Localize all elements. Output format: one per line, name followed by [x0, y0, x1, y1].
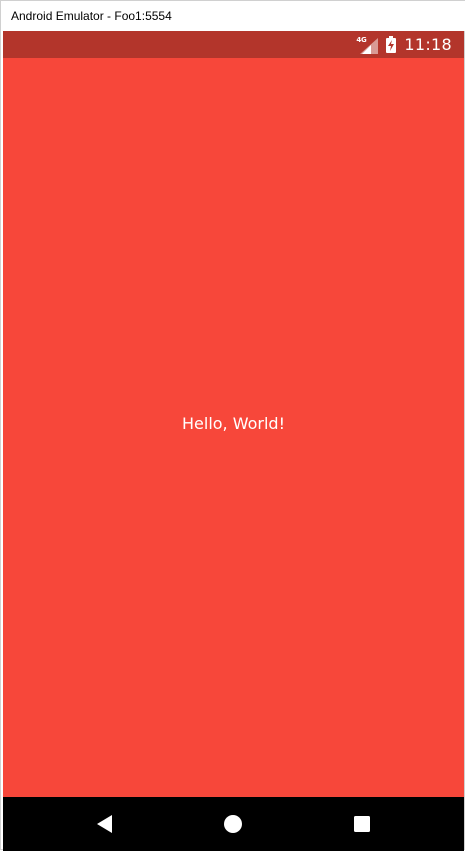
recents-icon: [354, 816, 370, 832]
window-titlebar[interactable]: Android Emulator - Foo1:5554: [1, 1, 465, 31]
emulator-window: Android Emulator - Foo1:5554 4G 11:18 He…: [0, 0, 465, 851]
back-button[interactable]: [74, 797, 134, 851]
status-clock: 11:18: [404, 35, 452, 54]
status-bar: 4G 11:18: [3, 31, 464, 58]
back-icon: [97, 815, 112, 833]
battery-charging-icon: [386, 36, 397, 53]
navigation-bar: [3, 797, 464, 851]
app-screen: Hello, World!: [3, 58, 464, 797]
home-icon: [224, 815, 242, 833]
recents-button[interactable]: [332, 797, 392, 851]
signal-icon: [360, 37, 379, 54]
cellular-status: 4G: [356, 36, 379, 54]
window-title: Android Emulator - Foo1:5554: [11, 9, 172, 23]
home-button[interactable]: [203, 797, 263, 851]
hello-text: Hello, World!: [182, 414, 285, 433]
status-icons: 4G 11:18: [356, 31, 452, 58]
